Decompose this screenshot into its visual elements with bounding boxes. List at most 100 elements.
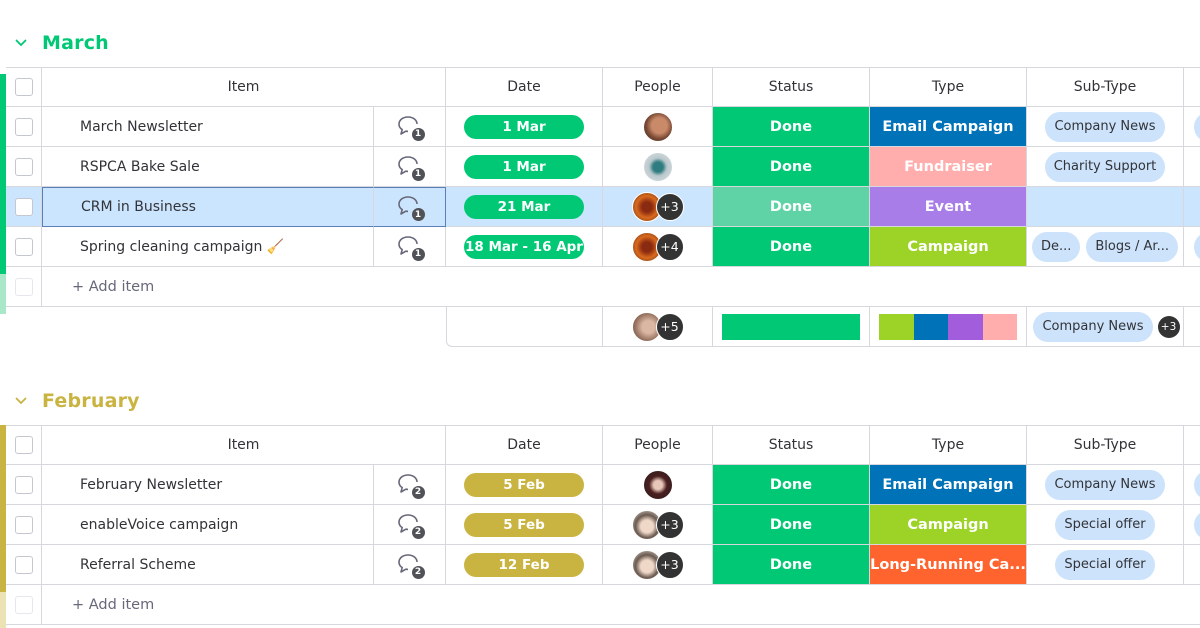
conversation-icon[interactable]: 1 [396, 195, 425, 221]
extra-cell[interactable] [1184, 545, 1200, 585]
updates-cell[interactable]: 1 [374, 227, 446, 267]
summary-subtype[interactable]: Company News +3 [1027, 307, 1184, 347]
updates-cell[interactable]: 2 [374, 505, 446, 545]
group-header-march[interactable]: March [12, 28, 109, 58]
date-cell[interactable]: 5 Feb [446, 505, 603, 545]
updates-cell[interactable]: 1 [374, 107, 446, 147]
people-cell[interactable]: +4 [603, 227, 713, 267]
add-item-cell[interactable]: + Add item [42, 267, 1200, 307]
subtype-cell[interactable]: Charity Support [1027, 147, 1184, 187]
date-cell[interactable]: 1 Mar [446, 147, 603, 187]
avatar[interactable] [642, 111, 673, 142]
summary-type[interactable] [870, 307, 1027, 347]
date-cell[interactable]: 18 Mar - 16 Apr [446, 227, 603, 267]
group-header-february[interactable]: February [12, 386, 140, 416]
type-cell[interactable]: Email Campaign [870, 107, 1027, 147]
status-cell[interactable]: Done [713, 545, 870, 585]
subtype-cell[interactable]: Special offer [1027, 545, 1184, 585]
add-item-button[interactable]: + Add item [72, 279, 154, 295]
type-cell[interactable]: Email Campaign [870, 465, 1027, 505]
column-header-date[interactable]: Date [446, 67, 603, 107]
column-header-subtype[interactable]: Sub-Type [1027, 425, 1184, 465]
subtype-cell[interactable]: Company News [1027, 465, 1184, 505]
column-header-item[interactable]: Item [42, 425, 446, 465]
more-people-badge[interactable]: +4 [655, 232, 684, 261]
summary-status[interactable] [713, 307, 870, 347]
date-cell[interactable]: 5 Feb [446, 465, 603, 505]
item-name[interactable]: RSPCA Bake Sale [42, 147, 374, 187]
extra-cell[interactable] [1184, 147, 1200, 187]
add-item-row[interactable]: + Add item [0, 267, 1200, 307]
add-item-row[interactable]: + Add item [0, 585, 1200, 625]
column-header-people[interactable]: People [603, 425, 713, 465]
date-cell[interactable]: 12 Feb [446, 545, 603, 585]
people-cell[interactable] [603, 465, 713, 505]
table-row[interactable]: Referral Scheme 2 12 Feb +3 Done Long-Ru… [0, 545, 1200, 585]
more-subtypes-badge[interactable]: +3 [1157, 315, 1180, 338]
column-header-status[interactable]: Status [713, 425, 870, 465]
updates-cell[interactable]: 1 [374, 187, 446, 227]
conversation-icon[interactable]: 2 [396, 513, 425, 539]
extra-cell[interactable] [1184, 465, 1200, 505]
add-item-cell[interactable]: + Add item [42, 585, 1200, 625]
item-name[interactable]: enableVoice campaign [42, 505, 374, 545]
column-header-date[interactable]: Date [446, 425, 603, 465]
conversation-icon[interactable]: 2 [396, 473, 425, 499]
row-checkbox[interactable] [14, 157, 33, 176]
updates-cell[interactable]: 2 [374, 465, 446, 505]
column-header-subtype[interactable]: Sub-Type [1027, 67, 1184, 107]
more-people-badge[interactable]: +3 [655, 550, 684, 579]
summary-people[interactable]: +5 [603, 307, 713, 347]
subtype-cell[interactable]: De... Blogs / Ar... [1027, 227, 1184, 267]
updates-cell[interactable]: 1 [374, 147, 446, 187]
row-checkbox[interactable] [14, 515, 33, 534]
item-name[interactable]: February Newsletter [42, 465, 374, 505]
avatar[interactable] [642, 469, 673, 500]
column-header-item[interactable]: Item [42, 67, 446, 107]
subtype-cell[interactable] [1027, 187, 1184, 227]
extra-cell[interactable] [1184, 227, 1200, 267]
table-row[interactable]: enableVoice campaign 2 5 Feb +3 Done Cam… [0, 505, 1200, 545]
status-cell[interactable]: Done [713, 107, 870, 147]
row-checkbox[interactable] [14, 555, 33, 574]
avatar[interactable] [642, 151, 673, 182]
people-cell[interactable] [603, 107, 713, 147]
table-row[interactable]: Spring cleaning campaign 🧹 1 18 Mar - 16… [0, 227, 1200, 267]
chevron-down-icon[interactable] [12, 392, 30, 410]
select-all-checkbox[interactable] [14, 436, 33, 454]
chevron-down-icon[interactable] [12, 34, 30, 52]
people-cell[interactable]: +3 [603, 545, 713, 585]
date-cell[interactable]: 1 Mar [446, 107, 603, 147]
status-cell[interactable]: Done [713, 187, 870, 227]
type-cell[interactable]: Campaign [870, 505, 1027, 545]
table-row[interactable]: February Newsletter 2 5 Feb Done Email C… [0, 465, 1200, 505]
people-cell[interactable]: +3 [603, 187, 713, 227]
people-cell[interactable]: +3 [603, 505, 713, 545]
table-row[interactable]: March Newsletter 1 1 Mar Done Email Camp… [0, 107, 1200, 147]
updates-cell[interactable]: 2 [374, 545, 446, 585]
table-row-selected[interactable]: CRM in Business 1 21 Mar +3 Done Event [0, 187, 1200, 227]
group-title[interactable]: February [42, 390, 140, 412]
row-checkbox[interactable] [14, 117, 33, 136]
item-name[interactable]: Referral Scheme [42, 545, 374, 585]
row-checkbox[interactable] [14, 197, 33, 216]
add-item-button[interactable]: + Add item [72, 597, 154, 613]
more-people-badge[interactable]: +3 [655, 192, 684, 221]
group-title[interactable]: March [42, 32, 109, 54]
extra-cell[interactable] [1184, 505, 1200, 545]
conversation-icon[interactable]: 1 [396, 155, 425, 181]
row-checkbox[interactable] [14, 237, 33, 256]
column-header-type[interactable]: Type [870, 67, 1027, 107]
extra-cell[interactable] [1184, 187, 1200, 227]
extra-cell[interactable] [1184, 107, 1200, 147]
status-cell[interactable]: Done [713, 227, 870, 267]
date-cell[interactable]: 21 Mar [446, 187, 603, 227]
subtype-cell[interactable]: Company News [1027, 107, 1184, 147]
item-name[interactable]: March Newsletter [42, 107, 374, 147]
column-header-status[interactable]: Status [713, 67, 870, 107]
table-row[interactable]: RSPCA Bake Sale 1 1 Mar Done Fundraiser … [0, 147, 1200, 187]
type-cell[interactable]: Fundraiser [870, 147, 1027, 187]
item-name[interactable]: CRM in Business [42, 187, 374, 227]
type-cell[interactable]: Event [870, 187, 1027, 227]
row-checkbox[interactable] [14, 475, 33, 494]
